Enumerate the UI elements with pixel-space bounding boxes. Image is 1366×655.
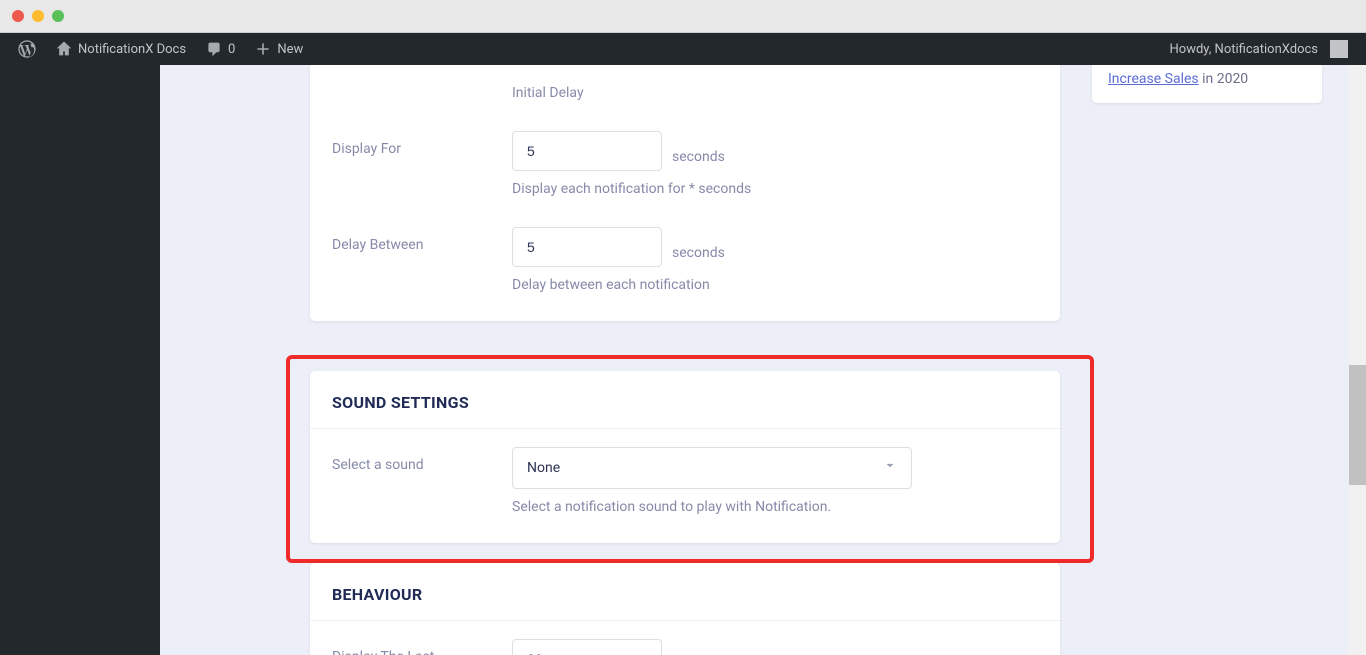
display-for-help: Display each notification for * seconds xyxy=(512,181,1038,197)
comments-count: 0 xyxy=(228,42,235,57)
close-window-dot[interactable] xyxy=(12,10,24,22)
browser-viewport: NotificationX Docs 0 New Howdy, Notifica… xyxy=(0,32,1366,655)
wp-admin-bar: NotificationX Docs 0 New Howdy, Notifica… xyxy=(0,33,1366,65)
initial-delay-label-space xyxy=(332,75,512,85)
comments-link[interactable]: 0 xyxy=(198,33,243,65)
page-scrollbar-track[interactable] xyxy=(1349,65,1366,655)
display-for-unit: seconds xyxy=(672,137,725,165)
sound-settings-heading: SOUND SETTINGS xyxy=(310,371,1060,429)
sidebar-widget-link[interactable]: Increase Sales xyxy=(1108,71,1199,87)
content-area: Increase Sales in 2020 Initial Delay Dis… xyxy=(160,65,1366,655)
new-label: New xyxy=(277,42,303,57)
delay-between-label: Delay Between xyxy=(332,227,512,253)
display-for-input[interactable] xyxy=(512,131,662,171)
chevron-down-icon xyxy=(883,459,897,477)
display-last-unit: conversions xyxy=(672,645,747,655)
user-account-link[interactable]: Howdy, NotificationXdocs xyxy=(1162,33,1356,65)
initial-delay-help: Initial Delay xyxy=(512,85,1038,101)
display-for-label: Display For xyxy=(332,131,512,157)
delay-between-input[interactable] xyxy=(512,227,662,267)
comment-icon xyxy=(206,41,222,57)
user-greeting: Howdy, NotificationXdocs xyxy=(1170,42,1318,57)
sound-settings-card: SOUND SETTINGS Select a sound None Selec… xyxy=(310,371,1060,543)
delay-between-unit: seconds xyxy=(672,233,725,261)
avatar xyxy=(1330,40,1348,58)
select-sound-label: Select a sound xyxy=(332,447,512,473)
expand-window-dot[interactable] xyxy=(52,10,64,22)
home-icon xyxy=(56,41,72,57)
delay-between-help: Delay between each notification xyxy=(512,277,1038,293)
behaviour-card: BEHAVIOUR Display The Last conversions xyxy=(310,563,1060,655)
minimize-window-dot[interactable] xyxy=(32,10,44,22)
sidebar-widget-tail: in 2020 xyxy=(1199,71,1249,87)
new-content-link[interactable]: New xyxy=(247,33,311,65)
site-link[interactable]: NotificationX Docs xyxy=(48,33,194,65)
site-title-label: NotificationX Docs xyxy=(78,42,186,57)
sound-help: Select a notification sound to play with… xyxy=(512,499,1038,515)
sidebar-widget: Increase Sales in 2020 xyxy=(1092,65,1322,103)
page-scrollbar-thumb[interactable] xyxy=(1349,365,1366,485)
window-titlebar xyxy=(0,0,1366,32)
wp-admin-menu[interactable] xyxy=(0,65,160,655)
timing-card: Initial Delay Display For seconds Displa… xyxy=(310,65,1060,321)
plus-icon xyxy=(255,41,271,57)
sound-select[interactable]: None xyxy=(512,447,912,489)
display-last-input[interactable] xyxy=(512,639,662,655)
wp-logo-menu[interactable] xyxy=(10,33,44,65)
wordpress-icon xyxy=(18,40,36,58)
display-last-label: Display The Last xyxy=(332,639,512,655)
behaviour-heading: BEHAVIOUR xyxy=(310,563,1060,621)
sound-selected-value: None xyxy=(527,460,560,476)
